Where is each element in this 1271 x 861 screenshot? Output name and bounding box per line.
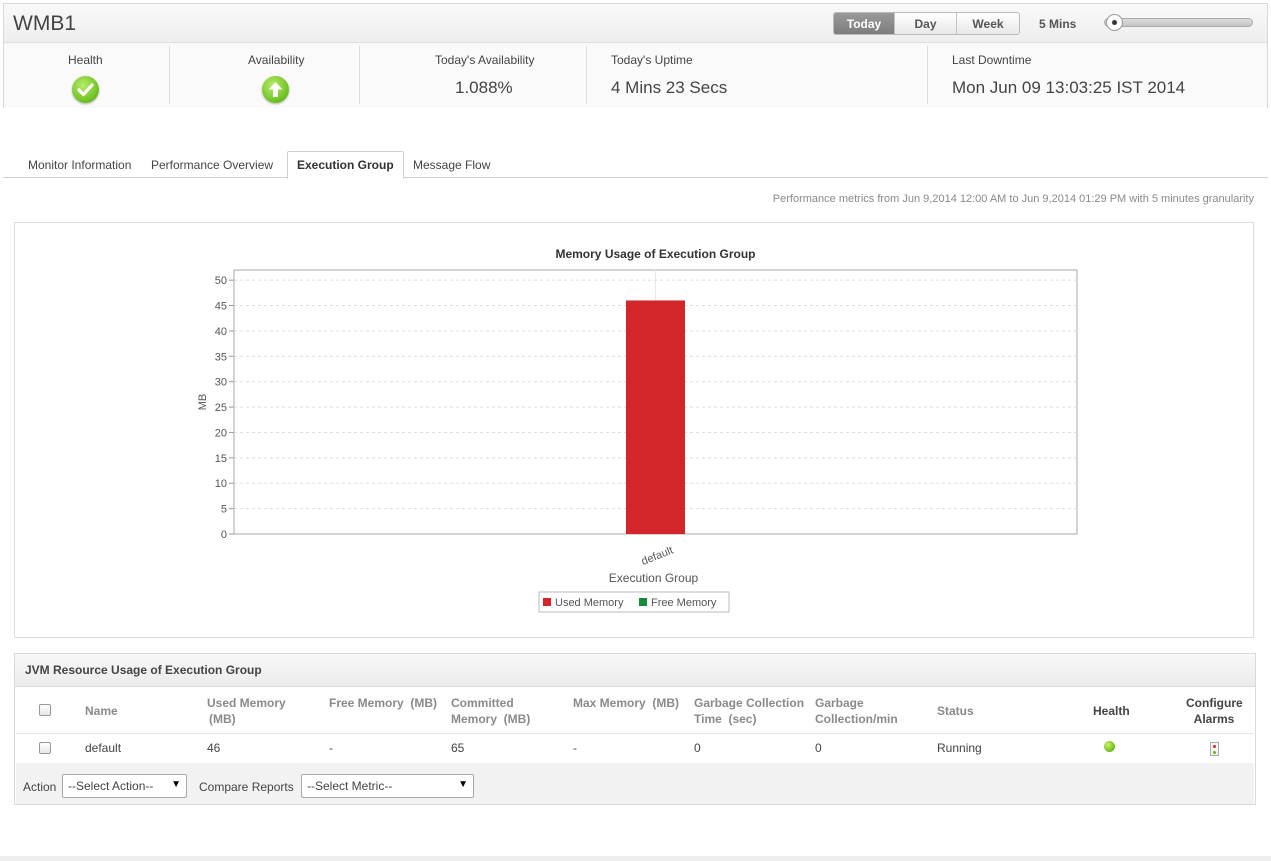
y-tick-label: 20 [215, 427, 227, 439]
y-tick-label: 5 [221, 504, 227, 516]
stat-divider [169, 46, 170, 104]
col-status[interactable]: Status [937, 703, 974, 719]
time-range-selector: Today Day Week [833, 12, 1020, 35]
y-axis-label: MB [197, 394, 209, 411]
legend-label: Used Memory [555, 597, 624, 609]
action-select[interactable]: --Select Action-- ▼ [62, 774, 187, 798]
col-committed-line2: Memory (MB) [451, 712, 531, 726]
tab-message-flow[interactable]: Message Flow [413, 151, 490, 178]
todays-uptime-value: 4 Mins 23 Secs [611, 78, 728, 97]
col-max-memory[interactable]: Max Memory (MB) [573, 695, 679, 711]
dropdown-arrow-icon: ▼ [171, 779, 181, 790]
action-select-value: --Select Action-- [68, 779, 154, 793]
slider-handle[interactable] [1106, 14, 1123, 31]
compare-select-value: --Select Metric-- [307, 779, 393, 793]
tab-performance-overview[interactable]: Performance Overview [151, 151, 273, 178]
page-footer-bar [0, 856, 1271, 861]
y-tick-label: 35 [215, 351, 227, 363]
compare-metric-select[interactable]: --Select Metric-- ▼ [301, 774, 474, 798]
cell-free-memory: - [329, 741, 333, 755]
col-committed-memory[interactable]: Committed Memory (MB) [451, 695, 530, 727]
x-tick-label: default [640, 544, 675, 567]
col-alarms-line2: Alarms [1193, 712, 1235, 726]
col-gc-rate-line1: Garbage [815, 696, 864, 710]
row-divider [16, 733, 1254, 734]
col-committed-line1: Committed [451, 696, 514, 710]
stat-divider [586, 46, 587, 104]
stat-divider [927, 46, 928, 104]
last-downtime-value: Mon Jun 09 13:03:25 IST 2014 [952, 78, 1186, 97]
y-tick-label: 40 [215, 326, 227, 338]
todays-availability-value: 1.088% [455, 78, 513, 97]
configure-alarm-icon[interactable] [1210, 742, 1219, 756]
col-gc-rate-line2: Collection/min [815, 712, 898, 726]
health-status-icon[interactable] [1104, 741, 1115, 752]
metrics-range-note: Performance metrics from Jun 9,2014 12:0… [772, 193, 1254, 205]
monitor-header: WMB1 Today Day Week 5 Mins Health Availa… [3, 3, 1268, 108]
col-free-memory[interactable]: Free Memory (MB) [329, 695, 437, 711]
y-tick-label: 50 [215, 275, 227, 287]
availability-up-icon [262, 76, 289, 103]
table-title: JVM Resource Usage of Execution Group [15, 654, 1255, 687]
availability-label: Availability [248, 53, 305, 67]
y-tick-label: 30 [215, 377, 227, 389]
tab-execution-group[interactable]: Execution Group [287, 151, 404, 179]
poll-interval-slider[interactable] [1104, 18, 1253, 27]
action-label: Action [23, 780, 57, 794]
cell-gc-rate: 0 [815, 741, 822, 755]
tab-monitor-information[interactable]: Monitor Information [28, 151, 131, 178]
poll-interval-label: 5 Mins [1039, 17, 1077, 31]
y-tick-label: 0 [221, 529, 227, 541]
stats-strip: Health Availability Today's Availability… [4, 44, 1267, 108]
last-downtime-label: Last Downtime [952, 53, 1032, 67]
title-bar: WMB1 Today Day Week 5 Mins [4, 4, 1267, 43]
compare-reports-label: Compare Reports [199, 780, 294, 794]
page-title: WMB1 [13, 12, 76, 35]
y-tick-label: 25 [215, 402, 227, 414]
cell-gc-time: 0 [694, 741, 701, 755]
col-gc-time-line1: Garbage Collection [694, 696, 805, 710]
tab-bar: Monitor Information Performance Overview… [3, 151, 1268, 179]
col-gc-time[interactable]: Garbage Collection Time (sec) [694, 695, 804, 727]
dropdown-arrow-icon: ▼ [458, 779, 468, 790]
y-tick-label: 15 [215, 453, 227, 465]
jvm-resource-table: JVM Resource Usage of Execution Group Na… [14, 653, 1256, 805]
select-all-checkbox[interactable] [39, 704, 51, 716]
memory-usage-chart: Memory Usage of Execution Group 0 5 10 15 20 2… [197, 247, 1078, 613]
todays-availability-label: Today's Availability [435, 53, 535, 67]
cell-status: Running [937, 741, 982, 755]
range-today-button[interactable]: Today [834, 13, 895, 34]
range-week-button[interactable]: Week [957, 13, 1019, 34]
health-ok-icon [72, 76, 99, 103]
y-tick-label: 45 [215, 301, 227, 313]
cell-max-memory: - [573, 741, 577, 755]
col-health: Health [1093, 704, 1130, 718]
col-name[interactable]: Name [85, 703, 118, 719]
row-checkbox[interactable] [39, 742, 51, 754]
col-gc-rate[interactable]: Garbage Collection/min [815, 695, 898, 727]
col-configure-alarms: Configure Alarms [1186, 695, 1243, 727]
stat-divider [359, 46, 360, 104]
range-day-button[interactable]: Day [895, 13, 957, 34]
cell-committed-memory: 65 [451, 741, 465, 755]
todays-uptime-label: Today's Uptime [611, 53, 693, 67]
bar-used-memory [626, 300, 685, 534]
cell-name[interactable]: default [85, 741, 121, 755]
chart-title: Memory Usage of Execution Group [555, 247, 755, 261]
x-axis-label: Execution Group [609, 571, 699, 585]
col-gc-time-line2: Time (sec) [694, 712, 757, 726]
col-used-memory-line2: (MB) [209, 712, 236, 726]
col-used-memory-line1: Used Memory [207, 696, 286, 710]
legend-swatch [639, 598, 647, 606]
col-used-memory[interactable]: Used Memory (MB) [207, 695, 286, 727]
health-label: Health [68, 53, 103, 67]
memory-chart-panel: Memory Usage of Execution Group 0 5 10 15 20 2… [14, 222, 1254, 638]
col-alarms-line1: Configure [1186, 696, 1243, 710]
legend-swatch [543, 598, 551, 606]
legend-label: Free Memory [651, 597, 717, 609]
cell-used-memory: 46 [207, 741, 221, 755]
y-tick-label: 10 [215, 478, 227, 490]
